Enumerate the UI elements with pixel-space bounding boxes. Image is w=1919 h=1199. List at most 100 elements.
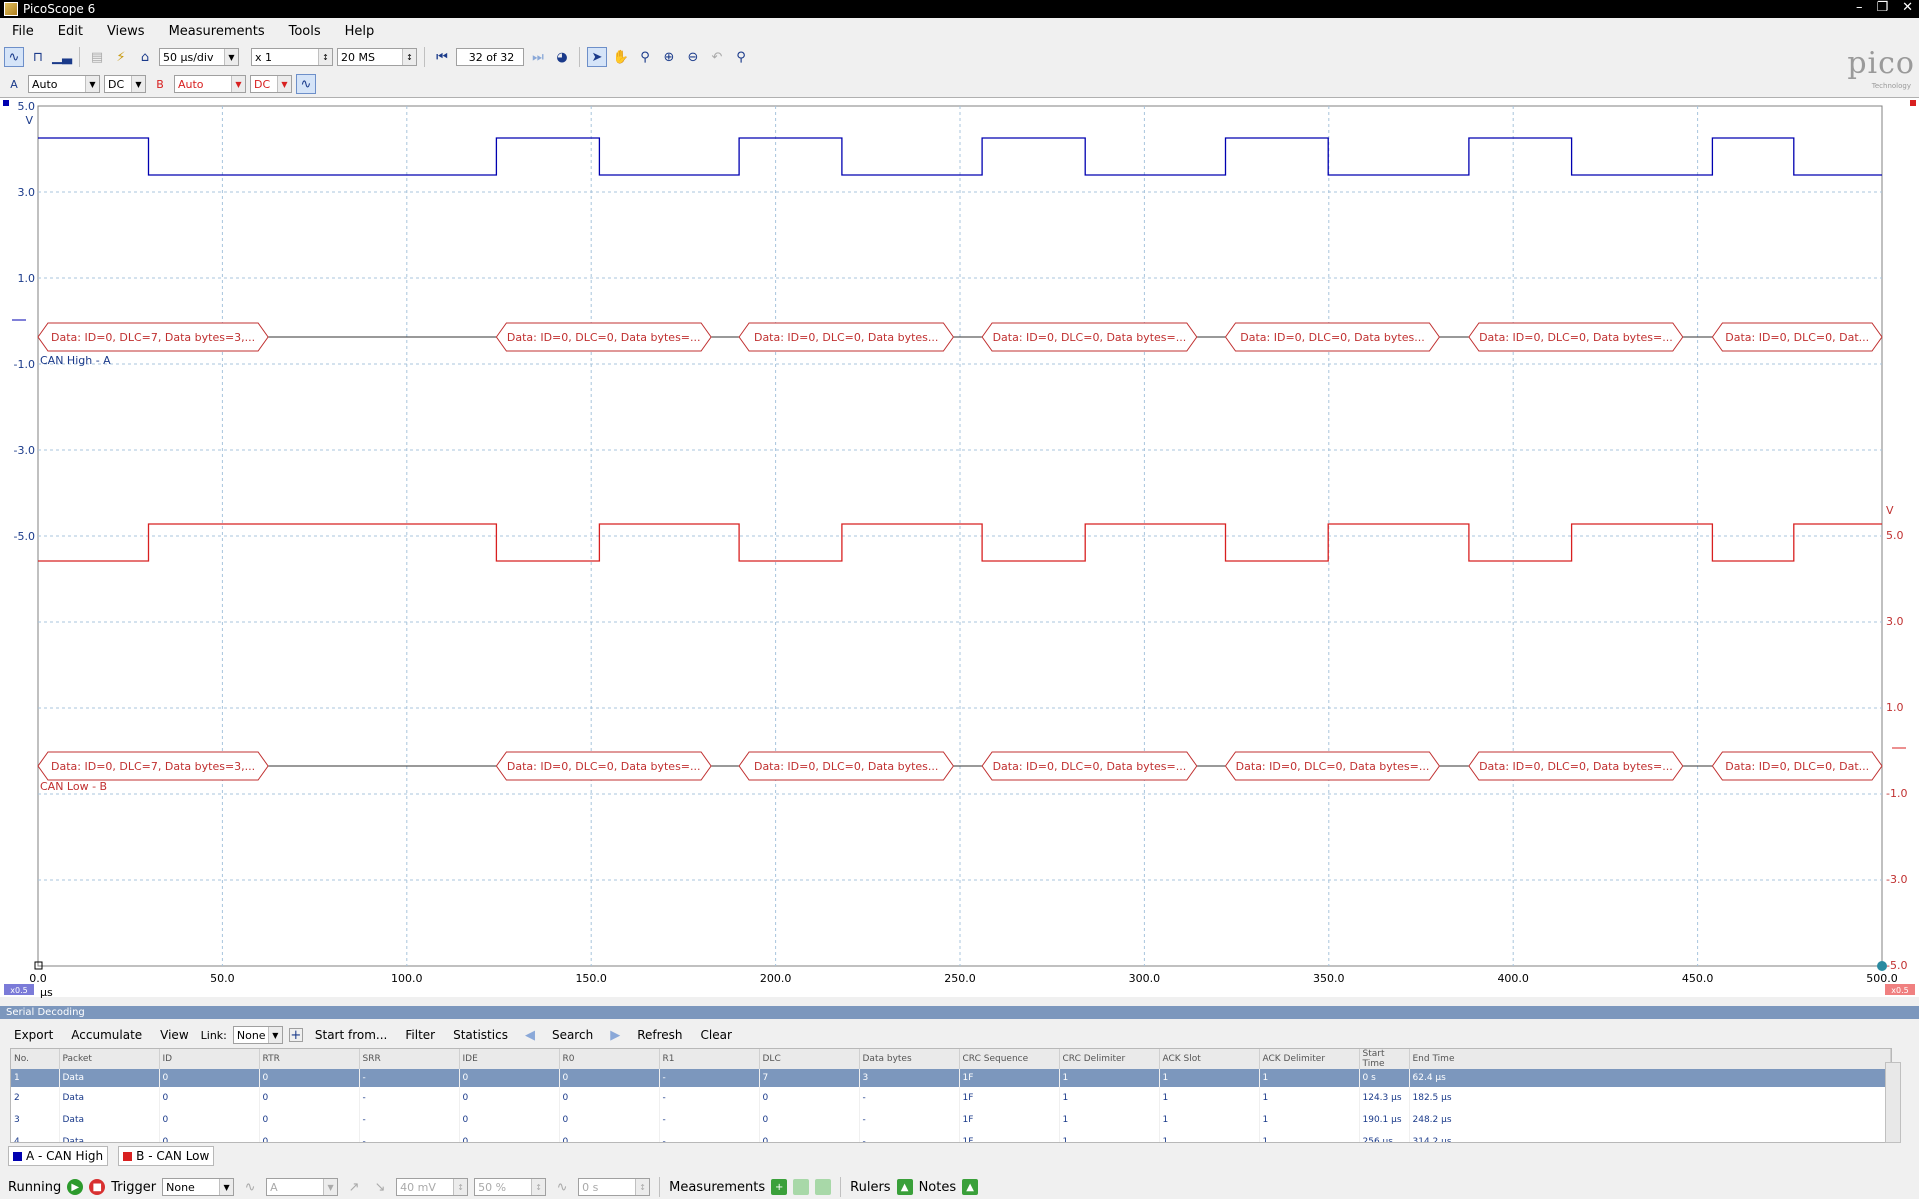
column-header[interactable]: Start Time [1359, 1049, 1410, 1069]
serial-scrollbar[interactable] [1885, 1062, 1901, 1143]
accumulate-button[interactable]: Accumulate [65, 1027, 148, 1043]
statistics-button[interactable]: Statistics [447, 1027, 514, 1043]
column-header[interactable]: End Time [1409, 1049, 1891, 1069]
edit-measurement-icon[interactable] [793, 1179, 810, 1195]
channel-b-range-select[interactable]: Auto ▼ [174, 75, 246, 93]
menu-edit[interactable]: Edit [46, 24, 95, 39]
add-link-icon[interactable]: + [288, 1028, 303, 1043]
start-icon[interactable]: ▶ [67, 1179, 84, 1195]
probe-icon[interactable]: ⚡ [111, 47, 131, 67]
column-header[interactable]: No. [11, 1049, 60, 1069]
buffer-overview-icon[interactable]: ◕ [552, 47, 572, 67]
zoom-stepper[interactable]: x 1 ↕ [251, 48, 333, 66]
channel-a-range: Auto [32, 77, 58, 91]
search-prev-icon[interactable]: ◀ [520, 1025, 540, 1045]
channel-b-range: Auto [178, 77, 204, 91]
notes-icon[interactable]: ▲ [962, 1179, 979, 1195]
column-header[interactable]: R0 [559, 1049, 660, 1069]
menu-help[interactable]: Help [333, 24, 387, 39]
close-icon[interactable]: ✕ [1902, 0, 1913, 15]
view-button[interactable]: View [154, 1027, 194, 1043]
trigger-mode-select[interactable]: None ▼ [162, 1178, 235, 1196]
threshold-stepper[interactable]: 40 mV ↕ [396, 1178, 469, 1196]
scope-view[interactable]: 5.0 3.0 1.0 -1.0 -3.0 -5.0 V 5.0 3.0 1.0 -1.0 -3.0-… [0, 97, 1919, 998]
channel-b-coupling-select[interactable]: DC ▼ [250, 75, 292, 93]
zoom-overview-icon[interactable]: ⚲ [731, 47, 751, 67]
column-header[interactable]: CRC Delimiter [1059, 1049, 1160, 1069]
add-measurement-icon[interactable]: + [771, 1179, 788, 1195]
scope-graph[interactable]: 5.03.01.0-1.0-3.0-5.0V5.03.01.0-1.0-3.0-… [0, 98, 1919, 998]
serial-table[interactable]: No. Packet ID RTR SRR IDE R0 R1 DLC Data bytes CRC… [10, 1048, 1892, 1143]
tab-channel-a[interactable]: A - CAN High [8, 1146, 109, 1166]
column-header[interactable]: ID [159, 1049, 260, 1069]
spectrum-mode-icon[interactable]: ▁▃ [52, 47, 72, 67]
delete-measurement-icon[interactable] [815, 1179, 832, 1195]
channel-a-offset-marker[interactable] [3, 100, 9, 106]
trigger-source-select[interactable]: A ▼ [266, 1178, 339, 1196]
menu-views[interactable]: Views [95, 24, 157, 39]
column-header[interactable]: DLC [759, 1049, 860, 1069]
column-header[interactable]: ACK Slot [1159, 1049, 1260, 1069]
first-buffer-icon[interactable]: ⏮ [432, 47, 452, 67]
menu-tools[interactable]: Tools [277, 24, 333, 39]
column-header[interactable]: SRR [359, 1049, 460, 1069]
column-header[interactable]: CRC Sequence [959, 1049, 1060, 1069]
column-header[interactable]: ACK Delimiter [1259, 1049, 1360, 1069]
pretrigger-stepper[interactable]: 50 % ↕ [474, 1178, 547, 1196]
start-from-button[interactable]: Start from... [309, 1027, 394, 1043]
menu-file[interactable]: File [0, 24, 46, 39]
advanced-trigger-icon[interactable]: ∿ [240, 1177, 260, 1197]
home-icon[interactable]: ⌂ [135, 47, 155, 67]
trigger-marker[interactable] [1877, 961, 1887, 971]
scope-mode-icon[interactable]: ∿ [4, 47, 24, 67]
column-header[interactable]: Packet [59, 1049, 160, 1069]
menu-measurements[interactable]: Measurements [157, 24, 277, 39]
last-buffer-icon[interactable]: ⏭ [528, 47, 548, 67]
search-next-icon[interactable]: ▶ [605, 1025, 625, 1045]
buffer-navigator[interactable]: 32 of 32 [456, 48, 524, 66]
filter-button[interactable]: Filter [399, 1027, 441, 1043]
threshold-value: 40 mV [400, 1180, 436, 1194]
minimize-icon[interactable]: – [1856, 0, 1863, 15]
rising-edge-icon[interactable]: ↗ [344, 1177, 364, 1197]
channel-a-coupling-select[interactable]: DC ▼ [104, 75, 146, 93]
table-row[interactable]: 4 Data 0 0-0 0-0-1F 1 1 1 256 µs 314.2 µs [11, 1131, 1891, 1142]
channel-b-options[interactable]: B [150, 74, 170, 94]
channel-options-icon[interactable]: ▤ [87, 47, 107, 67]
column-header[interactable]: R1 [659, 1049, 760, 1069]
column-header[interactable]: RTR [259, 1049, 360, 1069]
samples-stepper[interactable]: 20 MS ↕ [337, 48, 417, 66]
select-tool-icon[interactable]: ➤ [587, 47, 607, 67]
channel-a-range-select[interactable]: Auto ▼ [28, 75, 100, 93]
zoom-tool-icon[interactable]: ⚲ [635, 47, 655, 67]
decode-a-packet-label: Data: ID=0, DLC=0, Data bytes=... [1479, 331, 1673, 344]
search-button[interactable]: Search [546, 1027, 599, 1043]
link-select[interactable]: None ▼ [232, 1026, 283, 1044]
zoom-in-icon[interactable]: ⊕ [659, 47, 679, 67]
export-button[interactable]: Export [8, 1027, 59, 1043]
table-row[interactable]: 2 Data 0 0-0 0-0-1F 1 1 1 124.3 µs 182.5 µs [11, 1087, 1891, 1109]
channel-a-options[interactable]: A [4, 74, 24, 94]
stop-icon[interactable]: ■ [89, 1179, 106, 1195]
undo-zoom-icon[interactable]: ↶ [707, 47, 727, 67]
hand-tool-icon[interactable]: ✋ [611, 47, 631, 67]
falling-edge-icon[interactable]: ↘ [370, 1177, 390, 1197]
persistence-mode-icon[interactable]: ⊓ [28, 47, 48, 67]
rulers-icon[interactable]: ▲ [896, 1179, 913, 1195]
delay-stepper[interactable]: 0 s ↕ [578, 1178, 651, 1196]
table-cell: 248.2 µs [1409, 1109, 1891, 1131]
refresh-button[interactable]: Refresh [631, 1027, 688, 1043]
restore-icon[interactable]: ❐ [1876, 0, 1888, 15]
clear-button[interactable]: Clear [695, 1027, 738, 1043]
column-header[interactable]: IDE [459, 1049, 560, 1069]
column-header[interactable]: Data bytes [859, 1049, 960, 1069]
timebase-select[interactable]: 50 µs/div ▼ [159, 48, 239, 66]
math-channels-icon[interactable]: ∿ [296, 74, 316, 94]
tab-channel-b[interactable]: B - CAN Low [118, 1146, 215, 1166]
right-axis-tick-label: 5.0 [1886, 529, 1904, 542]
table-cell: 1 [1259, 1087, 1360, 1109]
zoom-out-icon[interactable]: ⊖ [683, 47, 703, 67]
channel-b-offset-marker[interactable] [1910, 100, 1916, 106]
table-row[interactable]: 3 Data 0 0-0 0-0-1F 1 1 1 190.1 µs 248.2 µs [11, 1109, 1891, 1131]
table-row[interactable]: 1 Data 0 0-0 0-7 3 1F 1 1 1 0 s 62.4 µs [11, 1069, 1891, 1087]
